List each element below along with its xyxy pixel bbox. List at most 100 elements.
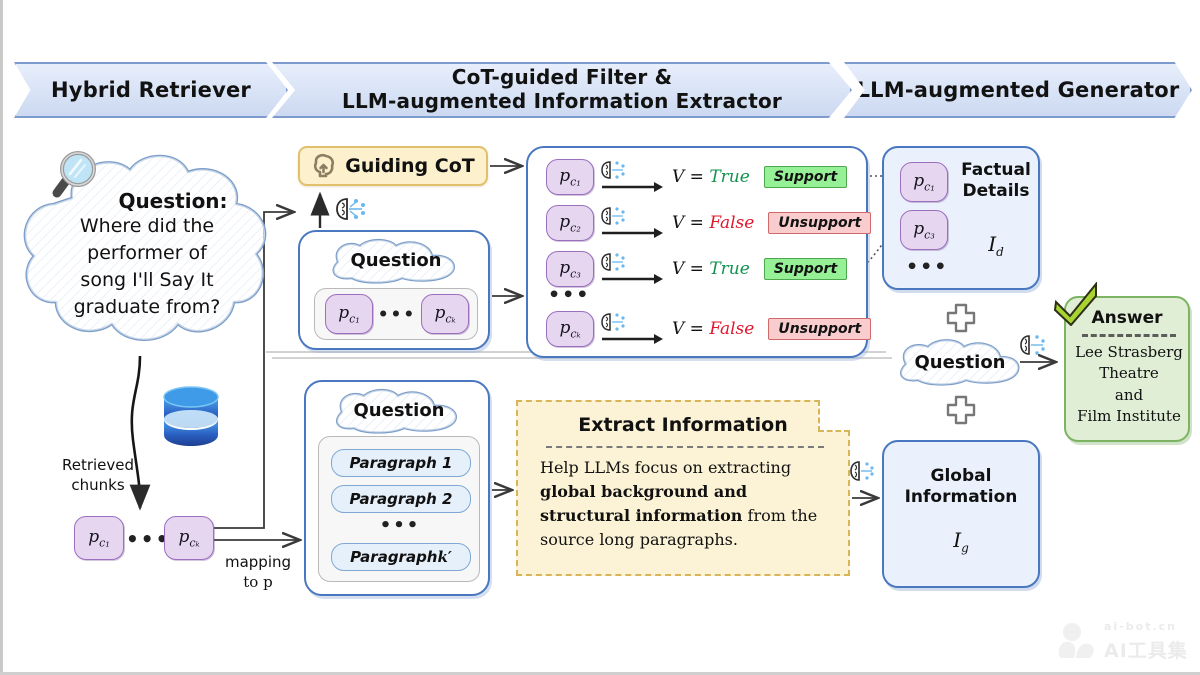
head-thought-icon [311, 153, 337, 179]
llm-brain-arrow-icon [600, 160, 664, 194]
retrieved-label-line2: chunks [71, 476, 125, 495]
database-icon [160, 383, 222, 449]
paragraph-item-label: Paragraph 1 [349, 454, 453, 472]
plus-icon-bottom [945, 394, 977, 426]
banner-2-line2: LLM-augmented Information Extractor [342, 89, 782, 113]
llm-brain-icon-cot [334, 196, 368, 222]
factual-title-line2: Details [962, 180, 1030, 201]
verification-row: pc₂ V = False Unsupport [546, 205, 872, 241]
retrieved-chunk-first: pc₁ [74, 516, 124, 560]
verify-expr-left: V = [672, 259, 704, 279]
verify-chunk-sym: p [559, 165, 571, 186]
extract-information-prompt: Extract Information Help LLMs focus on e… [516, 400, 850, 576]
panel-chunk-last: pcₖ [421, 294, 469, 334]
verify-verdict: False [709, 213, 755, 233]
frame-left-edge [0, 0, 3, 675]
banner-2-line1: CoT-guided Filter & [451, 65, 673, 90]
chunk-first-sym: p [88, 526, 100, 547]
generator-question-cloud: Question [884, 336, 1036, 388]
global-information-panel: Global Information Ig [882, 440, 1040, 588]
answer-line-4: Film Institute [1077, 406, 1181, 425]
chunk-first-sub: c₁ [99, 536, 110, 550]
answer-line-3: and [1114, 385, 1144, 404]
verification-row: pc₃ V = True Support [546, 251, 848, 287]
factual-chunk-b-sub: c₃ [924, 228, 935, 242]
llm-brain-arrow-icon [600, 252, 664, 286]
factual-symbol-sub: d [996, 245, 1004, 259]
verify-expr-left: V = [672, 319, 704, 339]
verify-chunk-sym: p [559, 317, 571, 338]
retrieved-chunks-label: Retrieved chunks [38, 455, 158, 496]
guiding-cot-box[interactable]: Guiding CoT [298, 146, 488, 186]
verify-chunk-sub: cₖ [570, 327, 581, 341]
factual-chunk-second: pc₃ [900, 210, 948, 250]
factual-chunk-b-sym: p [913, 218, 925, 239]
factual-details-ellipsis: ••• [906, 256, 949, 278]
guiding-cot-label: Guiding CoT [345, 155, 475, 177]
paragraph-item: Paragraph 1 [331, 449, 471, 477]
magnifying-glass-icon [48, 148, 104, 204]
verification-expression: V = False [672, 213, 754, 233]
verify-chunk-sub: c₃ [570, 267, 581, 281]
verify-chunk: pcₖ [546, 311, 594, 347]
verify-chunk-sub: c₂ [570, 221, 581, 235]
panel-chunk-first: pc₁ [325, 294, 373, 334]
chunk-last-sub: cₖ [189, 536, 200, 550]
verify-verdict: False [709, 319, 755, 339]
paragraph-question-cloud: Question [318, 386, 480, 434]
panel-chunk-last-sym: p [434, 302, 446, 323]
answer-line-1: Lee Strasberg [1075, 343, 1183, 361]
verify-chunk-sym: p [559, 257, 571, 278]
verify-chunk: pc₂ [546, 205, 594, 241]
watermark-line2: AI工具集 [1104, 640, 1188, 662]
factual-chunk-a-sub: c₁ [924, 180, 935, 194]
retrieved-chunks-ellipsis: ••• [126, 527, 171, 551]
watermark-line1: ai-bot.cn [1104, 620, 1177, 633]
panel-chunks-ellipsis: ••• [377, 305, 417, 325]
mapping-label-line2: to p [243, 573, 273, 592]
banner-1-line1: Hybrid Retriever [51, 77, 251, 102]
factual-chunk-a-sym: p [913, 170, 925, 191]
verify-chunk-sub: c₁ [570, 175, 581, 189]
verify-badge: Unsupport [768, 318, 872, 340]
banner-hybrid-retriever: Hybrid Retriever [14, 62, 288, 118]
paragraph-item-math: k′ [437, 548, 452, 566]
mapping-label-line1: mapping [224, 553, 292, 571]
retrieved-chunk-last: pcₖ [164, 516, 214, 560]
question-chunks-cloud: Question [314, 236, 478, 284]
verify-chunk: pc₃ [546, 251, 594, 287]
verify-badge: Support [763, 258, 848, 280]
factual-title-line1: Factual [961, 160, 1031, 180]
answer-divider [1082, 334, 1176, 337]
global-title-line1: Global [930, 466, 992, 486]
factual-details-symbol: Id [954, 232, 1038, 259]
verify-expr-left: V = [672, 167, 704, 187]
verification-ellipsis: ••• [548, 284, 591, 306]
verify-badge: Support [763, 166, 848, 188]
verify-verdict: True [709, 167, 750, 187]
factual-chunk-first: pc₁ [900, 162, 948, 202]
banner-cot-filter-extractor: CoT-guided Filter & LLM-augmented Inform… [272, 62, 852, 118]
answer-line-2: Theatre [1099, 364, 1159, 383]
mapping-to-p-label: mapping to p [212, 552, 304, 593]
banner-llm-generator: LLM-augmented Generator [844, 62, 1192, 118]
check-mark-icon [1052, 281, 1100, 327]
factual-symbol-main: I [988, 232, 997, 256]
llm-brain-arrow-icon [600, 206, 664, 240]
paragraph-item-label: Paragraph [350, 548, 438, 566]
cot-verification-panel: pc₁ V = True Support pc₂ V = False Unsup… [526, 146, 872, 358]
answer-text: Lee Strasberg Theatre and Film Institute [1070, 342, 1188, 427]
diagram-canvas: Hybrid Retriever CoT-guided Filter & LLM… [0, 0, 1200, 675]
factual-details-title: Factual Details [954, 160, 1038, 201]
verify-verdict: True [709, 259, 750, 279]
extract-information-title: Extract Information [578, 414, 788, 436]
verification-row: pc₁ V = True Support [546, 159, 848, 195]
factual-details-panel: pc₁ pc₃ ••• Factual Details Id [882, 146, 1040, 290]
verification-row: pcₖ V = False Unsupport [546, 311, 872, 347]
banner-3-line1: LLM-augmented Generator [856, 77, 1180, 102]
panel-chunk-first-sub: c₁ [349, 312, 360, 326]
question-chunks-inner-box: pc₁ ••• pcₖ [314, 288, 478, 340]
panel-chunk-last-sub: cₖ [445, 312, 456, 326]
paragraph-panel: Question Paragraph 1 Paragraph 2 ••• Par… [304, 380, 490, 596]
verify-chunk: pc₁ [546, 159, 594, 195]
